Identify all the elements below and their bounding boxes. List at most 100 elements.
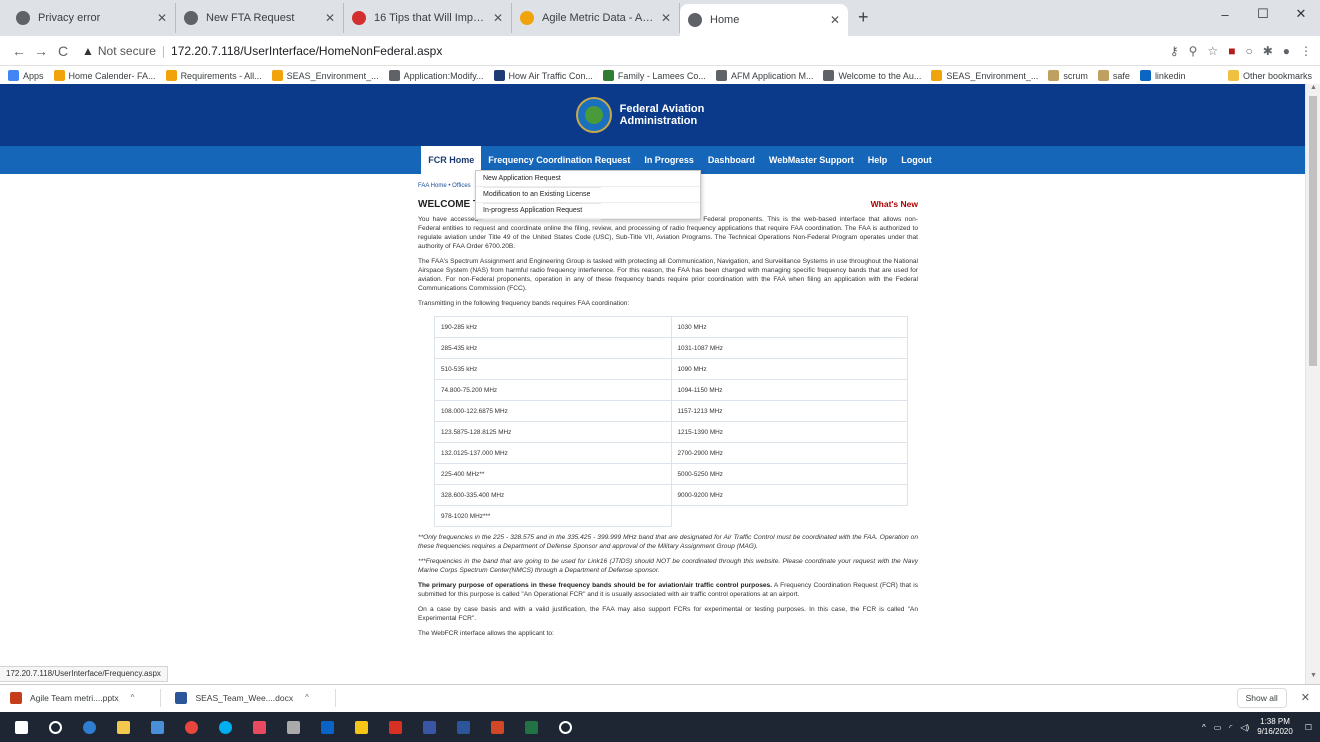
intro-text: Federal proponents. This is the web-base… (418, 216, 918, 250)
bookmark-item[interactable]: Welcome to the Au... (823, 70, 921, 81)
pdf-icon[interactable]: ■ (1228, 44, 1235, 58)
bookmark-item[interactable]: Family - Lamees Co... (602, 70, 706, 81)
chrome-icon[interactable] (178, 716, 204, 738)
bookmark-item[interactable]: SEAS_Environment_... (271, 70, 379, 81)
tray-chevron-icon[interactable]: ^ (1202, 723, 1206, 732)
star-icon[interactable]: ☆ (1207, 44, 1218, 58)
bookmark-item[interactable]: AFM Application M... (715, 70, 813, 81)
edge-icon[interactable] (76, 716, 102, 738)
close-tab-icon[interactable]: ✕ (661, 11, 671, 25)
bookmark-label: Apps (23, 70, 44, 81)
scroll-up-arrow-icon[interactable]: ▲ (1306, 84, 1320, 96)
app-icon[interactable] (144, 716, 170, 738)
tab-title: Home (710, 14, 740, 26)
close-download-bar-button[interactable]: ✕ (1301, 691, 1310, 704)
bookmark-item[interactable]: Apps (8, 70, 44, 81)
profile-icon[interactable]: ● (1283, 44, 1290, 58)
bookmark-label: Application:Modify... (403, 70, 484, 81)
forward-button[interactable]: → (30, 43, 52, 59)
scroll-thumb[interactable] (1309, 96, 1317, 366)
main-content: FAA Home • Offices WELCOME TO What's New… (418, 182, 918, 638)
scroll-down-arrow-icon[interactable]: ▼ (1306, 672, 1320, 684)
browser-tab[interactable]: Home ✕ (680, 4, 848, 36)
download-item[interactable]: Agile Team metri....pptx ^ (10, 691, 135, 704)
whats-new-link[interactable]: What's New (871, 200, 918, 209)
show-all-downloads-button[interactable]: Show all (1236, 687, 1287, 708)
reload-button[interactable]: C (52, 43, 74, 59)
key-icon[interactable]: ⚷ (1170, 44, 1179, 58)
extensions-icon[interactable]: ✱ (1263, 44, 1273, 58)
back-button[interactable]: ← (8, 43, 30, 59)
nav-item-logout[interactable]: Logout (894, 146, 939, 174)
close-tab-icon[interactable]: ✕ (830, 13, 840, 27)
bookmark-item[interactable]: SEAS_Environment_... (931, 70, 1038, 81)
warning-icon[interactable]: ▲ (82, 44, 94, 58)
wifi-icon[interactable]: ◜ (1229, 723, 1232, 732)
not-secure-label[interactable]: Not secure (98, 44, 156, 58)
dropdown-item[interactable]: In-progress Application Request (476, 203, 700, 220)
notifications-icon[interactable]: ☐ (1305, 723, 1312, 732)
band-row: 285-435 kHz 1031-1087 MHz (434, 337, 908, 359)
band-cell: 5000-5250 MHz (670, 463, 908, 485)
folder-icon[interactable] (348, 716, 374, 738)
nav-item-webmaster[interactable]: WebMaster Support (762, 146, 861, 174)
skype-icon-glyph (218, 720, 232, 734)
bookmark-item[interactable]: linkedin (1139, 70, 1185, 81)
bookmark-item[interactable]: Application:Modify... (388, 70, 484, 81)
acrobat-icon[interactable] (382, 716, 408, 738)
nav-item-dashboard[interactable]: Dashboard (701, 146, 762, 174)
close-window-button[interactable]: ✕ (1282, 0, 1320, 28)
browser-tab[interactable]: 16 Tips that Will Improve Any O ✕ (344, 3, 512, 33)
app-red-icon-glyph (252, 720, 266, 734)
powerpoint-icon[interactable] (484, 716, 510, 738)
url-text[interactable]: 172.20.7.118/UserInterface/HomeNonFedera… (171, 44, 442, 58)
settings-icon-glyph (558, 720, 572, 734)
app-red-icon[interactable] (246, 716, 272, 738)
faa-logo[interactable]: Federal Aviation Administration (575, 97, 704, 133)
browser-tab[interactable]: New FTA Request ✕ (176, 3, 344, 33)
bookmark-item[interactable]: scrum (1048, 70, 1088, 81)
chevron-up-icon[interactable]: ^ (131, 693, 135, 702)
skype-icon[interactable] (212, 716, 238, 738)
excel-icon[interactable] (518, 716, 544, 738)
zoom-icon[interactable]: ⚲ (1189, 44, 1198, 58)
visio-icon[interactable] (416, 716, 442, 738)
close-tab-icon[interactable]: ✕ (157, 11, 167, 25)
close-tab-icon[interactable]: ✕ (325, 11, 335, 25)
close-tab-icon[interactable]: ✕ (493, 11, 503, 25)
other-bookmarks[interactable]: Other bookmarks (1227, 70, 1312, 81)
volume-icon[interactable]: ◁) (1240, 723, 1249, 732)
word-icon[interactable] (450, 716, 476, 738)
bookmark-label: Requirements - All... (180, 70, 262, 81)
settings-icon[interactable] (552, 716, 578, 738)
app-gray-icon[interactable] (280, 716, 306, 738)
search-icon[interactable] (42, 716, 68, 738)
download-item[interactable]: SEAS_Team_Wee....docx ^ (175, 691, 309, 704)
browser-tab[interactable]: Agile Metric Data - All Documen ✕ (512, 3, 680, 33)
bookmark-item[interactable]: Requirements - All... (165, 70, 262, 81)
chevron-up-icon[interactable]: ^ (305, 693, 309, 702)
windows-start-icon[interactable] (8, 716, 34, 738)
nav-item-home[interactable]: FCR Home (421, 146, 482, 174)
purpose-paragraph: The primary purpose of operations in the… (418, 581, 918, 599)
bookmark-item[interactable]: How Air Traffic Con... (493, 70, 593, 81)
dropdown-item[interactable]: Modification to an Existing License (476, 187, 700, 204)
file-explorer-icon[interactable] (110, 716, 136, 738)
nav-item-help[interactable]: Help (861, 146, 895, 174)
bookmark-item[interactable]: Home Calender- FA... (53, 70, 156, 81)
outlook-icon[interactable] (314, 716, 340, 738)
minimize-button[interactable]: – (1206, 0, 1244, 28)
bookmark-label: scrum (1063, 70, 1088, 81)
page-scrollbar[interactable]: ▲ ▼ (1305, 84, 1320, 684)
dropdown-item[interactable]: New Application Request (476, 171, 700, 188)
browser-tab[interactable]: Privacy error ✕ (8, 3, 176, 33)
clock[interactable]: 1:38 PM 9/16/2020 (1257, 717, 1293, 737)
bookmark-item[interactable]: safe (1097, 70, 1130, 81)
address-bar[interactable]: ▲ Not secure | 172.20.7.118/UserInterfac… (82, 44, 1170, 58)
new-tab-button[interactable]: + (858, 7, 869, 28)
network-icon[interactable]: ▭ (1214, 723, 1222, 732)
maximize-button[interactable]: ☐ (1244, 0, 1282, 28)
opera-icon[interactable]: ○ (1245, 44, 1252, 58)
ux-icon (352, 11, 366, 25)
menu-icon[interactable]: ⋮ (1300, 44, 1312, 58)
